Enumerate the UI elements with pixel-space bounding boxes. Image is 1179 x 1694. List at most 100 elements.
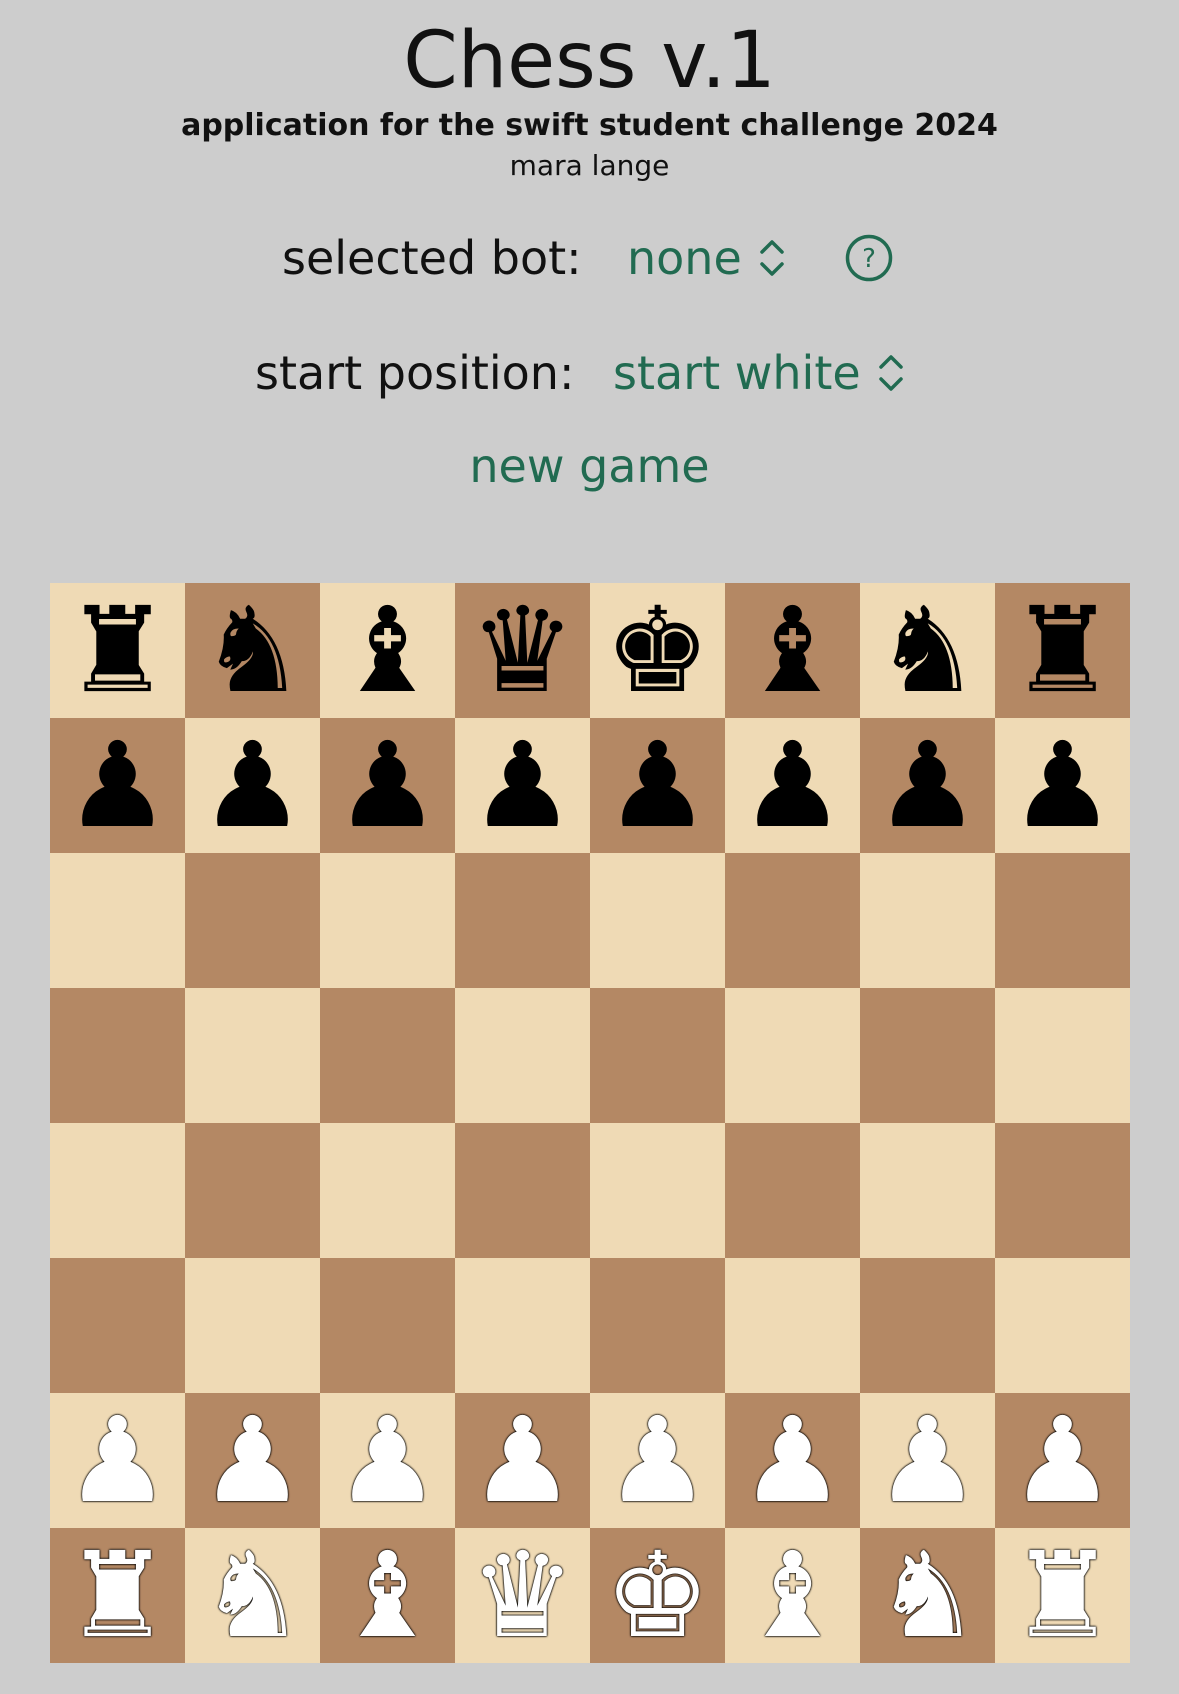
square-f2[interactable]: ♟ (725, 1393, 860, 1528)
square-d5[interactable] (455, 988, 590, 1123)
white-knight-icon[interactable]: ♞ (200, 1528, 306, 1663)
square-a6[interactable] (50, 853, 185, 988)
square-c4[interactable] (320, 1123, 455, 1258)
black-pawn-icon[interactable]: ♟ (200, 718, 306, 853)
square-c6[interactable] (320, 853, 455, 988)
start-position-picker[interactable]: start white (613, 345, 905, 401)
white-pawn-icon[interactable]: ♟ (1010, 1393, 1116, 1528)
square-b5[interactable] (185, 988, 320, 1123)
white-bishop-icon[interactable]: ♝ (740, 1528, 846, 1663)
square-b8[interactable]: ♞ (185, 583, 320, 718)
square-e4[interactable] (590, 1123, 725, 1258)
square-c5[interactable] (320, 988, 455, 1123)
square-d7[interactable]: ♟ (455, 718, 590, 853)
white-pawn-icon[interactable]: ♟ (200, 1393, 306, 1528)
white-pawn-icon[interactable]: ♟ (335, 1393, 441, 1528)
black-bishop-icon[interactable]: ♝ (335, 583, 441, 718)
black-rook-icon[interactable]: ♜ (1010, 583, 1116, 718)
white-knight-icon[interactable]: ♞ (875, 1528, 981, 1663)
square-g7[interactable]: ♟ (860, 718, 995, 853)
square-e1[interactable]: ♚ (590, 1528, 725, 1663)
square-g4[interactable] (860, 1123, 995, 1258)
square-d3[interactable] (455, 1258, 590, 1393)
square-c3[interactable] (320, 1258, 455, 1393)
square-d1[interactable]: ♛ (455, 1528, 590, 1663)
black-pawn-icon[interactable]: ♟ (875, 718, 981, 853)
square-b6[interactable] (185, 853, 320, 988)
square-h1[interactable]: ♜ (995, 1528, 1130, 1663)
square-f4[interactable] (725, 1123, 860, 1258)
square-e7[interactable]: ♟ (590, 718, 725, 853)
square-f8[interactable]: ♝ (725, 583, 860, 718)
white-king-icon[interactable]: ♚ (605, 1528, 711, 1663)
square-f5[interactable] (725, 988, 860, 1123)
square-b2[interactable]: ♟ (185, 1393, 320, 1528)
new-game-button[interactable]: new game (469, 439, 709, 493)
square-h7[interactable]: ♟ (995, 718, 1130, 853)
square-d6[interactable] (455, 853, 590, 988)
square-h6[interactable] (995, 853, 1130, 988)
white-pawn-icon[interactable]: ♟ (875, 1393, 981, 1528)
square-g1[interactable]: ♞ (860, 1528, 995, 1663)
white-pawn-icon[interactable]: ♟ (740, 1393, 846, 1528)
square-f7[interactable]: ♟ (725, 718, 860, 853)
bot-picker[interactable]: none (627, 230, 786, 286)
square-a5[interactable] (50, 988, 185, 1123)
square-h8[interactable]: ♜ (995, 583, 1130, 718)
square-h4[interactable] (995, 1123, 1130, 1258)
square-e3[interactable] (590, 1258, 725, 1393)
square-g3[interactable] (860, 1258, 995, 1393)
square-h3[interactable] (995, 1258, 1130, 1393)
square-b4[interactable] (185, 1123, 320, 1258)
square-e5[interactable] (590, 988, 725, 1123)
question-circle-icon[interactable]: ? (845, 234, 893, 282)
black-rook-icon[interactable]: ♜ (65, 583, 171, 718)
square-a1[interactable]: ♜ (50, 1528, 185, 1663)
square-a2[interactable]: ♟ (50, 1393, 185, 1528)
black-pawn-icon[interactable]: ♟ (470, 718, 576, 853)
black-knight-icon[interactable]: ♞ (875, 583, 981, 718)
black-bishop-icon[interactable]: ♝ (740, 583, 846, 718)
white-pawn-icon[interactable]: ♟ (470, 1393, 576, 1528)
black-pawn-icon[interactable]: ♟ (1010, 718, 1116, 853)
white-rook-icon[interactable]: ♜ (65, 1528, 171, 1663)
black-king-icon[interactable]: ♚ (605, 583, 711, 718)
square-f1[interactable]: ♝ (725, 1528, 860, 1663)
square-e6[interactable] (590, 853, 725, 988)
black-pawn-icon[interactable]: ♟ (740, 718, 846, 853)
square-e8[interactable]: ♚ (590, 583, 725, 718)
square-f6[interactable] (725, 853, 860, 988)
white-pawn-icon[interactable]: ♟ (65, 1393, 171, 1528)
black-knight-icon[interactable]: ♞ (200, 583, 306, 718)
square-h2[interactable]: ♟ (995, 1393, 1130, 1528)
square-c1[interactable]: ♝ (320, 1528, 455, 1663)
square-b1[interactable]: ♞ (185, 1528, 320, 1663)
square-g2[interactable]: ♟ (860, 1393, 995, 1528)
black-queen-icon[interactable]: ♛ (470, 583, 576, 718)
white-pawn-icon[interactable]: ♟ (605, 1393, 711, 1528)
white-rook-icon[interactable]: ♜ (1010, 1528, 1116, 1663)
black-pawn-icon[interactable]: ♟ (335, 718, 441, 853)
square-g6[interactable] (860, 853, 995, 988)
square-b7[interactable]: ♟ (185, 718, 320, 853)
square-e2[interactable]: ♟ (590, 1393, 725, 1528)
black-pawn-icon[interactable]: ♟ (65, 718, 171, 853)
white-bishop-icon[interactable]: ♝ (335, 1528, 441, 1663)
square-a8[interactable]: ♜ (50, 583, 185, 718)
square-h5[interactable] (995, 988, 1130, 1123)
square-c8[interactable]: ♝ (320, 583, 455, 718)
square-d8[interactable]: ♛ (455, 583, 590, 718)
square-a7[interactable]: ♟ (50, 718, 185, 853)
square-g8[interactable]: ♞ (860, 583, 995, 718)
square-c7[interactable]: ♟ (320, 718, 455, 853)
square-a4[interactable] (50, 1123, 185, 1258)
square-d2[interactable]: ♟ (455, 1393, 590, 1528)
square-b3[interactable] (185, 1258, 320, 1393)
white-queen-icon[interactable]: ♛ (470, 1528, 576, 1663)
square-d4[interactable] (455, 1123, 590, 1258)
black-pawn-icon[interactable]: ♟ (605, 718, 711, 853)
square-c2[interactable]: ♟ (320, 1393, 455, 1528)
square-a3[interactable] (50, 1258, 185, 1393)
square-f3[interactable] (725, 1258, 860, 1393)
square-g5[interactable] (860, 988, 995, 1123)
